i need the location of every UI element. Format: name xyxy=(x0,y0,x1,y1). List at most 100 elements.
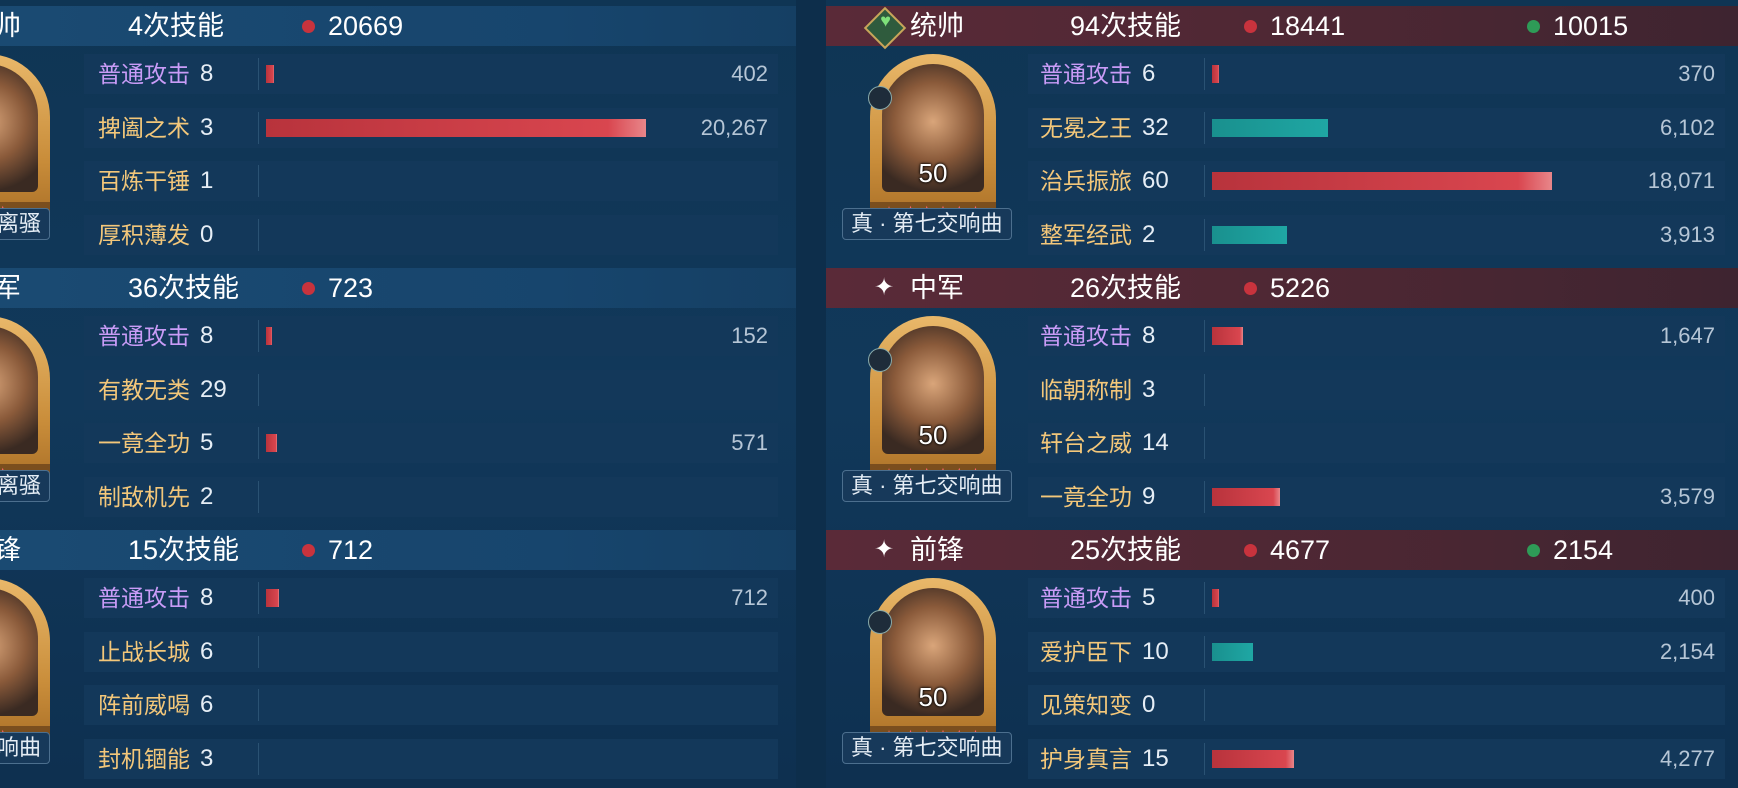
skill-cast-count: 0 xyxy=(1142,691,1156,718)
skill-row: 厚积薄发 0 xyxy=(84,211,778,259)
skill-cast-count: 6 xyxy=(1142,60,1156,87)
skill-cast-count: 9 xyxy=(1142,482,1156,510)
hero-section: 锋 15次技能 712 0★★★交响曲 普通攻击 8 712 止战长城 6 阵前威喝 6 封机锢能 3 xyxy=(0,524,796,786)
hero-portrait[interactable]: 0★★★ xyxy=(0,316,50,492)
skill-cast-count: 15 xyxy=(1142,744,1169,772)
gear-set-tag[interactable]: 真 · 第七交响曲 xyxy=(842,732,1012,764)
skill-name: 止战长城 xyxy=(98,638,190,665)
skill-output-bar xyxy=(1212,118,1328,137)
gear-set-tag[interactable]: 离骚 xyxy=(0,208,50,240)
column-separator xyxy=(258,165,259,197)
gear-set-tag[interactable]: 真 · 第七交响曲 xyxy=(842,208,1012,240)
damage-dot-icon xyxy=(302,20,315,33)
column-separator xyxy=(258,742,259,775)
skill-row-background xyxy=(1028,54,1725,94)
skill-row-background xyxy=(1028,369,1725,410)
hero-level: 0 xyxy=(0,682,50,713)
gear-set-tag[interactable]: 真 · 第七交响曲 xyxy=(842,470,1012,502)
hero-header: 军 36次技能 723 xyxy=(0,268,796,308)
damage-total: 18441 xyxy=(1270,11,1346,41)
skill-output-value: 571 xyxy=(731,430,768,455)
skill-output-bar xyxy=(1212,172,1552,190)
skill-output-bar xyxy=(266,327,272,345)
skill-cast-count: 1 xyxy=(200,167,214,194)
skill-row-background xyxy=(1028,316,1725,356)
heal-dot-icon xyxy=(1527,20,1540,33)
skill-cast-count: 3 xyxy=(200,113,214,141)
hero-section: 帅 4次技能 20669 0★★★离骚 普通攻击 8 402 捭阖之术 3 20,267 百炼干锤 1… xyxy=(0,0,796,262)
skill-output-value: 370 xyxy=(1678,61,1715,86)
skill-cast-count: 6 xyxy=(200,637,214,665)
hero-level: 0 xyxy=(0,158,50,189)
column-separator xyxy=(1204,165,1205,197)
skill-output-value: 152 xyxy=(731,323,768,348)
skill-row: 普通攻击 8 1,647 xyxy=(1028,312,1725,360)
skill-row-background xyxy=(1028,631,1725,672)
skill-output-bar xyxy=(1212,642,1253,661)
damage-dot-icon xyxy=(1244,282,1257,295)
damage-total: 20669 xyxy=(328,11,404,41)
skill-name: 封机锢能 xyxy=(98,745,190,772)
heal-total: 10015 xyxy=(1553,11,1629,41)
skill-row: 制敌机先 2 xyxy=(84,473,778,521)
skill-output-bar xyxy=(266,434,277,452)
skill-name: 阵前威喝 xyxy=(98,692,190,718)
skill-cast-count: 0 xyxy=(200,220,214,248)
hero-section: 统帅 94次技能 18441 10015 50✦ ★★★★★真 · 第七交响曲 普通攻击 6… xyxy=(826,0,1738,262)
hero-type-badge-icon xyxy=(868,610,892,634)
skill-row: 一竟全功 5 571 xyxy=(84,419,778,467)
skill-name: 普通攻击 xyxy=(1040,585,1132,611)
skill-row: 普通攻击 8 712 xyxy=(84,574,778,622)
hero-type-badge-icon xyxy=(868,86,892,110)
hero-portrait[interactable]: 0★★★ xyxy=(0,578,50,754)
skill-row: 百炼干锤 1 xyxy=(84,157,778,205)
column-separator xyxy=(258,427,259,459)
skill-name: 普通攻击 xyxy=(98,585,190,611)
damage-total: 723 xyxy=(328,273,374,303)
damage-total: 4677 xyxy=(1270,535,1331,565)
skill-name: 一竟全功 xyxy=(98,430,190,456)
gear-set-tag[interactable]: 交响曲 xyxy=(0,732,50,764)
gear-set-tag[interactable]: 离骚 xyxy=(0,470,50,502)
hero-portrait[interactable]: 50✦ ★★★★★ xyxy=(870,578,996,754)
skill-name: 爱护臣下 xyxy=(1040,638,1132,665)
skill-row-background xyxy=(1028,738,1725,779)
hero-section: 军 36次技能 723 0★★★离骚 普通攻击 8 152 有教无类 29 一竟全功 5 571 制敌机… xyxy=(0,262,796,524)
column-separator xyxy=(1204,480,1205,513)
skill-name: 普通攻击 xyxy=(1040,61,1132,87)
column-separator xyxy=(1204,582,1205,614)
skill-output-value: 20,267 xyxy=(700,114,768,140)
skill-name: 普通攻击 xyxy=(1040,323,1132,349)
skill-cast-count: 14 xyxy=(1142,429,1169,456)
hero-portrait[interactable]: 0★★★ xyxy=(0,54,50,230)
skill-output-value: 1,647 xyxy=(1659,323,1715,348)
column-separator xyxy=(258,58,259,90)
column-separator xyxy=(258,373,259,406)
skill-cast-count: 36次技能 xyxy=(128,273,240,303)
skill-output-value: 712 xyxy=(731,585,768,610)
hero-header: ✦ 前锋 25次技能 4677 2154 xyxy=(826,530,1738,570)
hero-portrait[interactable]: 50✦ ★★★★★ xyxy=(870,316,996,492)
column-separator xyxy=(258,320,259,352)
column-separator xyxy=(1204,320,1205,352)
skill-cast-count: 3 xyxy=(1142,375,1156,403)
skill-name: 临朝称制 xyxy=(1040,376,1132,403)
column-separator xyxy=(1204,635,1205,668)
skill-name: 见策知变 xyxy=(1040,692,1132,718)
skill-output-bar xyxy=(266,118,646,137)
skill-cast-count: 2 xyxy=(1142,220,1156,248)
skill-cast-count: 5 xyxy=(1142,584,1156,611)
hero-role: 锋 xyxy=(0,535,21,565)
skill-row: 临朝称制 3 xyxy=(1028,366,1725,414)
skill-output-bar xyxy=(1212,589,1219,607)
skill-name: 护身真言 xyxy=(1040,745,1132,772)
hero-portrait[interactable]: 50✦ ★★★★★ xyxy=(870,54,996,230)
skill-cast-count: 94次技能 xyxy=(1070,11,1182,41)
damage-dot-icon xyxy=(302,544,315,557)
skill-row: 普通攻击 8 152 xyxy=(84,312,778,360)
skill-name: 治兵振旅 xyxy=(1040,168,1132,194)
hero-section: ✦ 中军 26次技能 5226 50✦ ★★★★★真 · 第七交响曲 普通攻击 8 1,647… xyxy=(826,262,1738,524)
skill-cast-count: 8 xyxy=(1142,322,1156,349)
damage-dot-icon xyxy=(302,282,315,295)
skill-row: 阵前威喝 6 xyxy=(84,681,778,729)
